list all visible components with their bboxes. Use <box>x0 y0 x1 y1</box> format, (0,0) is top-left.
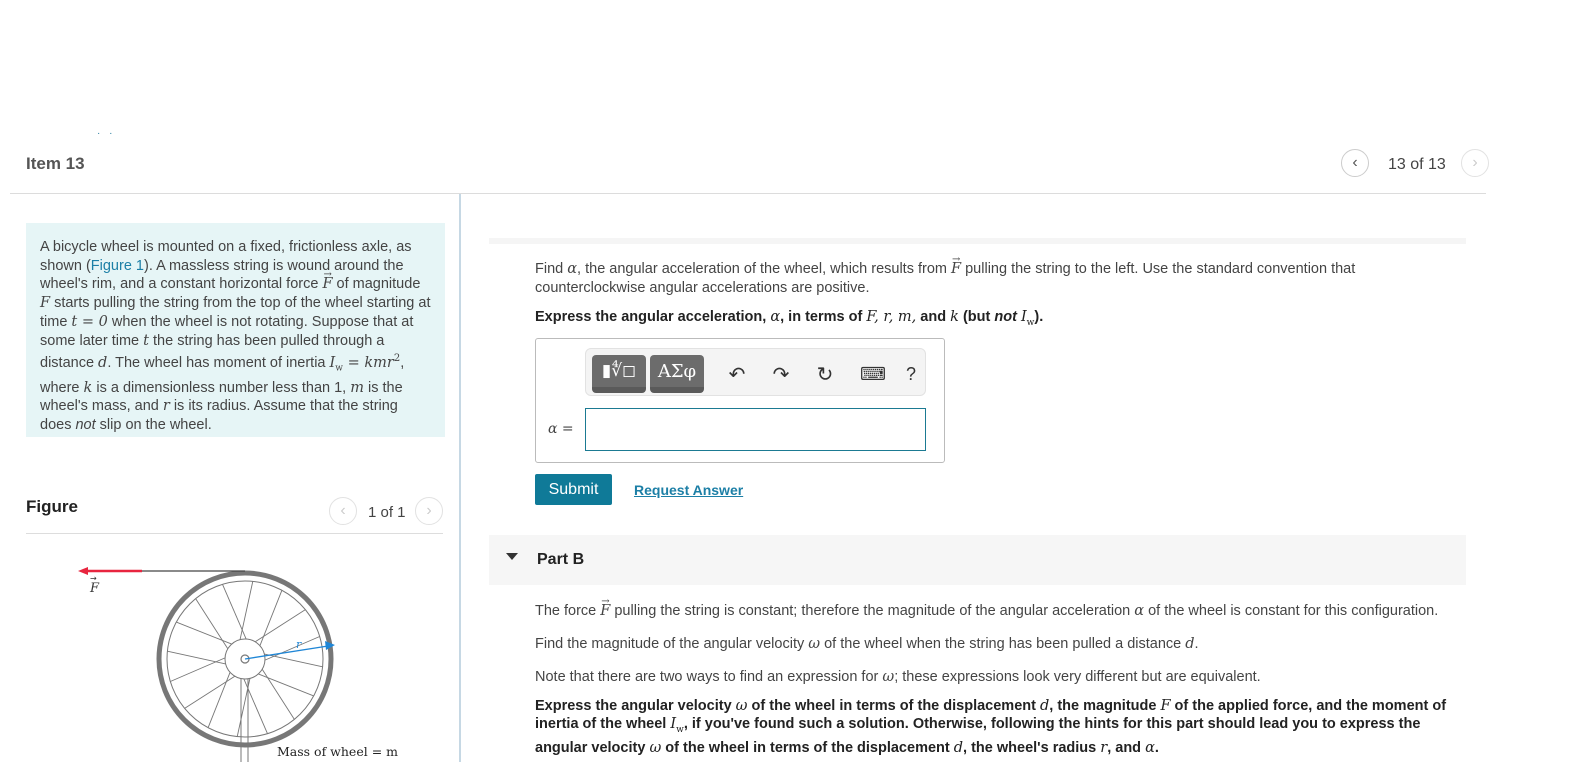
spoke <box>170 657 226 682</box>
bicycle-wheel-figure[interactable]: F → r Mass of wheel = m <box>60 555 420 762</box>
spoke <box>222 584 247 640</box>
spoke <box>207 672 231 728</box>
help-button[interactable]: ? <box>898 361 924 387</box>
answer-input[interactable] <box>585 408 926 451</box>
part-b-paragraph-3: Note that there are two ways to find an … <box>535 669 1261 685</box>
redo-icon: ↷ <box>772 363 790 386</box>
figure-pager-text: 1 of 1 <box>368 504 406 521</box>
mass-label: Mass of wheel = m <box>277 744 398 759</box>
help-icon: ? <box>905 363 916 384</box>
undo-button[interactable]: ↶ <box>724 361 750 387</box>
spoke <box>259 590 283 646</box>
math-toolbar: ▮∜◻ ΑΣφ ↶ ↷ ↻ ⌨ ? <box>585 348 926 396</box>
spoke <box>176 621 232 645</box>
templates-icon: ▮∜◻ <box>601 361 637 381</box>
reset-icon: ↻ <box>816 363 834 386</box>
force-arrowhead <box>78 567 88 575</box>
chevron-right-icon: › <box>426 502 432 519</box>
figure-title: Figure <box>26 497 78 516</box>
part-a-question: Find α, the angular acceleration of the … <box>535 251 1435 297</box>
top-nav-dots: · · <box>97 128 116 139</box>
spoke <box>254 609 306 643</box>
part-b-header[interactable]: Part B <box>489 535 1466 585</box>
reset-button[interactable]: ↻ <box>812 361 838 387</box>
next-item-button[interactable]: › <box>1461 149 1489 177</box>
collapse-triangle-icon <box>506 553 518 560</box>
keyboard-icon: ⌨ <box>860 363 886 384</box>
prev-figure-button[interactable]: ‹ <box>329 497 357 525</box>
chevron-left-icon: ‹ <box>340 502 346 519</box>
figure-link[interactable]: Figure 1 <box>91 258 144 274</box>
part-b-paragraph-2: Find the magnitude of the angular veloci… <box>535 636 1199 652</box>
problem-intro: A bicycle wheel is mounted on a fixed, f… <box>26 223 445 437</box>
force-label-arrow: → <box>90 574 97 583</box>
item-title: Item 13 <box>26 154 85 173</box>
templates-button[interactable]: ▮∜◻ <box>592 355 646 393</box>
header-divider <box>10 193 1486 194</box>
part-a-instruction: Express the angular acceleration, α, in … <box>535 309 1044 328</box>
prev-item-button[interactable]: ‹ <box>1341 149 1369 177</box>
part-b-instruction: Express the angular velocity ω of the wh… <box>535 698 1447 756</box>
panel-splitter[interactable] <box>459 194 461 762</box>
keyboard-button[interactable]: ⌨ <box>856 361 890 387</box>
part-b-paragraph-1: The force F pulling the string is consta… <box>535 593 1438 621</box>
spoke <box>195 598 229 650</box>
spoke <box>258 673 314 697</box>
spoke <box>167 650 226 665</box>
answer-label: α = <box>548 421 574 437</box>
request-answer-link[interactable]: Request Answer <box>634 482 743 498</box>
greek-symbols-button[interactable]: ΑΣφ <box>650 355 704 393</box>
spoke <box>239 581 254 640</box>
item-pager-text: 13 of 13 <box>1388 156 1446 173</box>
redo-button[interactable]: ↷ <box>768 361 794 387</box>
next-figure-button[interactable]: › <box>415 497 443 525</box>
undo-icon: ↶ <box>728 363 746 386</box>
force-label: F <box>89 581 100 596</box>
spoke <box>261 668 295 720</box>
part-a-header-strip <box>489 238 1466 244</box>
figure-divider <box>26 533 443 534</box>
spoke <box>264 653 323 668</box>
spoke <box>184 675 236 709</box>
radius-label: r <box>296 638 302 651</box>
part-b-title: Part B <box>537 551 585 568</box>
submit-button[interactable]: Submit <box>535 474 612 505</box>
greek-icon: ΑΣφ <box>657 360 697 382</box>
chevron-right-icon: › <box>1472 154 1478 171</box>
chevron-left-icon: ‹ <box>1352 154 1358 171</box>
